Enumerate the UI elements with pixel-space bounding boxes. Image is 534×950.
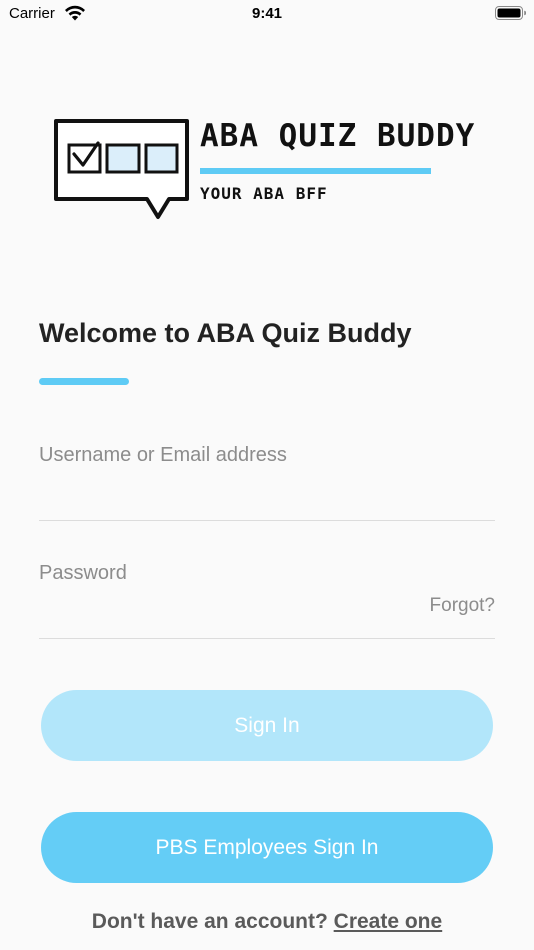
password-input[interactable]	[39, 559, 495, 587]
title-accent-bar	[39, 378, 129, 385]
chat-checkbox-logo	[54, 119, 189, 219]
username-underline	[39, 520, 495, 521]
welcome-title: Welcome to ABA Quiz Buddy	[39, 318, 412, 348]
password-underline	[39, 638, 495, 639]
battery-icon	[495, 6, 526, 20]
app-logo: ABA QUIZ BUDDY YOUR ABA BFF	[52, 118, 474, 222]
username-input[interactable]	[39, 441, 495, 469]
signup-prompt: Don't have an account? Create one	[0, 910, 534, 934]
create-account-link[interactable]: Create one	[334, 910, 443, 933]
clock: 9:41	[251, 5, 283, 22]
logo-underline	[200, 168, 431, 174]
username-field-group	[39, 441, 495, 521]
logo-tagline: YOUR ABA BFF	[200, 184, 328, 203]
pbs-employees-sign-in-button[interactable]: PBS Employees Sign In	[41, 812, 493, 883]
signup-prompt-text: Don't have an account?	[91, 910, 328, 933]
forgot-password-link[interactable]: Forgot?	[430, 595, 495, 617]
logo-title: ABA QUIZ BUDDY	[200, 118, 476, 154]
login-screen: Carrier 9:41 ABA QUIZ BUDDY YOUR ABA BFF…	[0, 0, 534, 950]
password-field-group: Forgot?	[39, 559, 495, 639]
status-bar: Carrier 9:41	[0, 0, 534, 28]
sign-in-button[interactable]: Sign In	[41, 690, 493, 761]
